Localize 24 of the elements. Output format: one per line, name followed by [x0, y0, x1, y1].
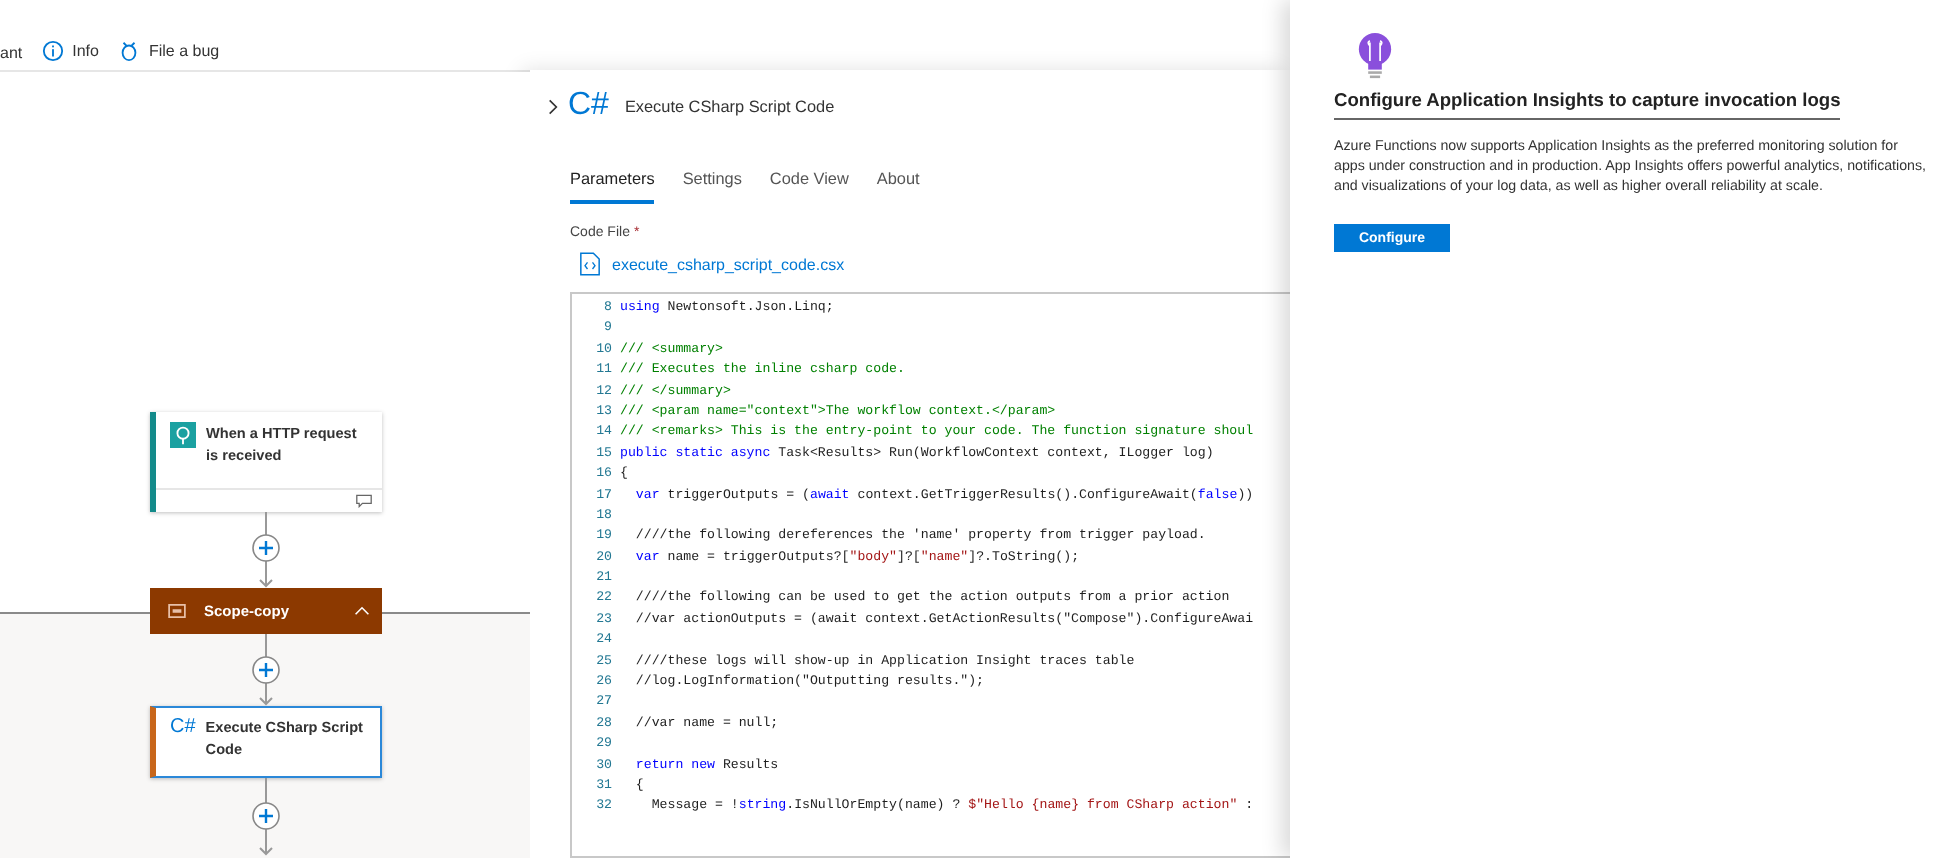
toolbar-link[interactable]: ant [0, 44, 23, 62]
lightbulb-icon [1358, 32, 1392, 80]
panel-title: Execute CSharp Script Code [624, 97, 835, 115]
tab[interactable]: Settings [682, 162, 742, 204]
file-link[interactable]: execute_csharp_script_code.csx [612, 255, 845, 273]
toolbar-link[interactable]: Info [72, 42, 99, 60]
file-icon [580, 252, 600, 276]
request-icon [170, 422, 196, 448]
tab[interactable]: About [876, 162, 920, 204]
info-icon [42, 40, 65, 62]
tab[interactable]: Parameters [570, 162, 655, 204]
caret-icon[interactable] [354, 606, 370, 616]
add-step-button[interactable] [252, 534, 280, 562]
csharp-icon: C# [568, 88, 609, 124]
comment-icon[interactable] [356, 494, 372, 508]
expand-chevron-icon[interactable] [548, 97, 558, 115]
panel-heading: Configure Application Insights to capture invocation logs [1334, 90, 1841, 120]
bug-icon [118, 40, 141, 62]
toolbar-link[interactable]: File a bug [148, 42, 220, 60]
add-step-button[interactable] [252, 656, 280, 684]
csharp-icon: C# [170, 716, 196, 776]
add-step-button[interactable] [252, 802, 280, 830]
tab[interactable]: Code View [769, 162, 849, 204]
scope-icon [168, 604, 186, 618]
